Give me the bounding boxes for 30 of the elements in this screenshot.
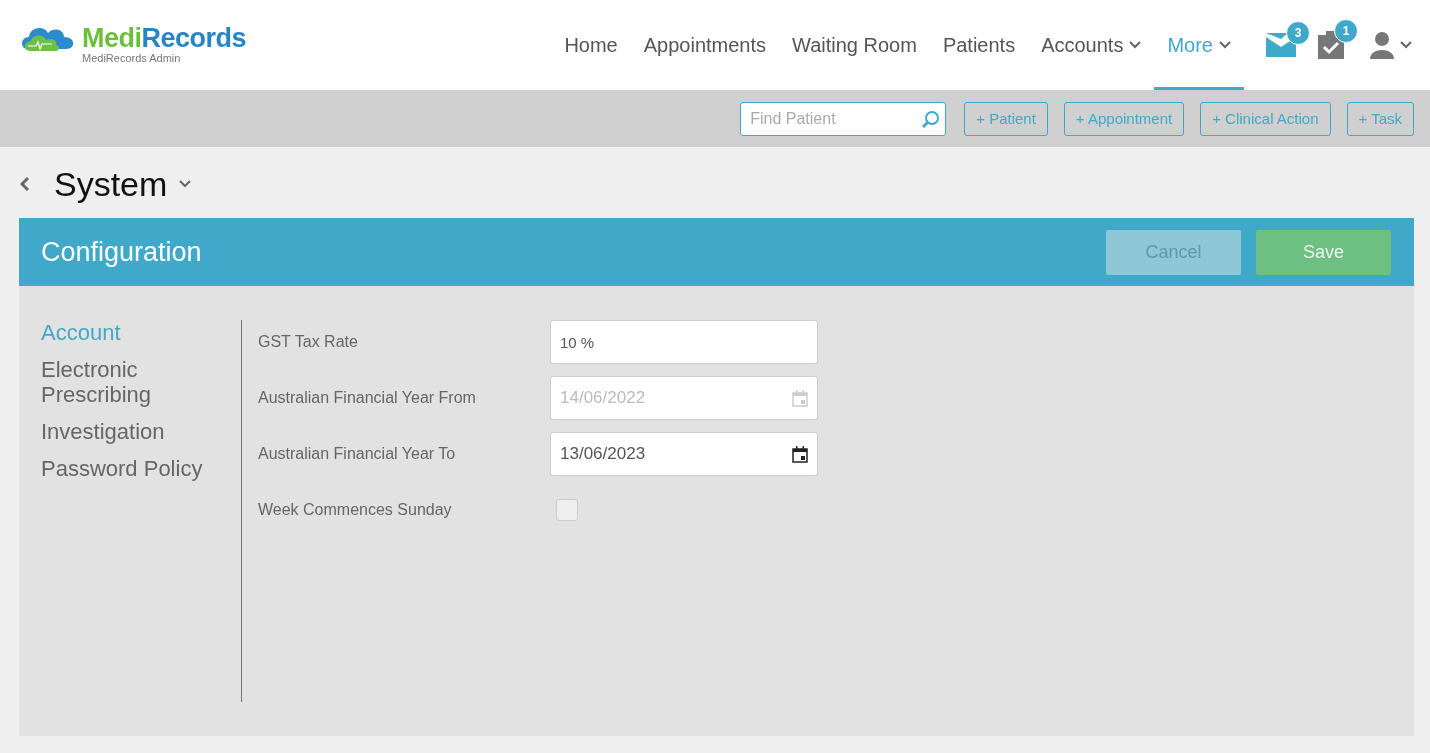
field-label: Australian Financial Year To (258, 445, 457, 463)
text-field[interactable]: 10 % (550, 320, 818, 364)
calendar-icon (792, 389, 808, 407)
sidebar-item[interactable]: Investigation (41, 419, 221, 444)
user-menu-icon[interactable] (1370, 31, 1414, 59)
section-title: Configuration (41, 236, 202, 268)
field-label: Australian Financial Year From (258, 389, 477, 407)
sidebar-item[interactable]: Password Policy (41, 456, 221, 481)
nav-item[interactable]: Home (551, 0, 631, 90)
field-label: GST Tax Rate (258, 333, 359, 351)
search-icon[interactable] (922, 109, 941, 128)
checkbox[interactable] (556, 499, 578, 521)
field-label: Week Commences Sunday (258, 501, 453, 519)
find-patient-field[interactable]: Find Patient (740, 101, 947, 136)
date-field[interactable]: 13/06/2023 (550, 432, 818, 476)
count-badge: 3 (1286, 21, 1310, 45)
sidebar-item[interactable]: Electronic Prescribing (41, 357, 221, 407)
nav-item[interactable]: Accounts (1028, 0, 1155, 90)
calendar-icon (792, 445, 808, 463)
nav-item[interactable]: Patients (929, 0, 1029, 90)
clipboard-check-icon[interactable] (1318, 31, 1344, 59)
mail-icon[interactable] (1266, 33, 1296, 57)
logo-wordmark[interactable]: MediRecords (82, 22, 247, 53)
nav-item[interactable]: Appointments (630, 0, 780, 90)
nav-item[interactable]: Waiting Room (779, 0, 930, 90)
count-badge: 1 (1334, 19, 1358, 43)
back-chevron-icon[interactable] (20, 176, 30, 192)
app-subtitle: MediRecords Admin (82, 52, 182, 64)
page-title: System (54, 164, 168, 204)
chevron-down-icon[interactable] (179, 180, 192, 188)
